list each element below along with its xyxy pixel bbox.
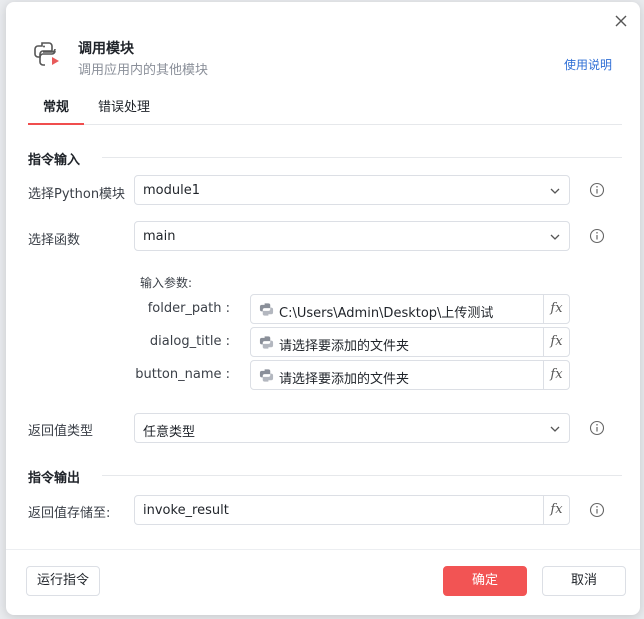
function-label: 选择函数	[28, 233, 81, 248]
info-icon[interactable]	[589, 182, 605, 198]
param-value-dialog-title: 请选择要添加的文件夹	[279, 339, 410, 354]
tab-general[interactable]: 常规	[28, 99, 84, 125]
fx-button[interactable]: fx	[543, 295, 569, 323]
param-label-folder-path: folder_path :	[147, 301, 230, 316]
return-type-value: 任意类型	[143, 425, 196, 440]
close-icon[interactable]	[612, 12, 630, 30]
chevron-down-icon	[550, 234, 560, 240]
cancel-button[interactable]: 取消	[542, 566, 626, 596]
tab-error-handling[interactable]: 错误处理	[98, 99, 150, 125]
param-input-dialog-title[interactable]: 请选择要添加的文件夹 fx	[250, 327, 570, 357]
dialog-title: 调用模块	[78, 41, 134, 57]
store-result-value: invoke_result	[143, 503, 229, 518]
return-type-select[interactable]: 任意类型	[134, 413, 570, 443]
fx-button[interactable]: fx	[543, 361, 569, 389]
fx-button[interactable]: fx	[543, 328, 569, 356]
python-module-value: module1	[143, 183, 200, 198]
param-value-folder-path: C:\Users\Admin\Desktop\上传测试	[279, 306, 494, 321]
python-module-icon	[34, 42, 59, 66]
tab-bar: 常规 错误处理	[28, 99, 622, 125]
section-title-input: 指令输入	[28, 153, 81, 168]
chevron-down-icon	[550, 188, 560, 194]
dialog-subtitle: 调用应用内的其他模块	[78, 63, 209, 78]
param-value-button-name: 请选择要添加的文件夹	[279, 372, 410, 387]
param-input-button-name[interactable]: 请选择要添加的文件夹 fx	[250, 360, 570, 390]
footer-divider	[6, 549, 640, 550]
param-label-dialog-title: dialog_title :	[149, 334, 230, 349]
input-params-title: 输入参数:	[140, 276, 193, 290]
param-label-button-name: button_name :	[135, 367, 230, 382]
info-icon[interactable]	[589, 228, 605, 244]
function-value: main	[143, 229, 176, 244]
section-title-output: 指令输出	[28, 471, 81, 486]
python-icon	[259, 336, 274, 349]
invoke-module-dialog: 调用模块 调用应用内的其他模块 使用说明 常规 错误处理 指令输入 选择Pyth…	[6, 2, 640, 615]
info-icon[interactable]	[589, 420, 605, 436]
python-module-select[interactable]: module1	[134, 175, 570, 205]
store-result-label: 返回值存储至:	[28, 506, 111, 521]
python-module-label: 选择Python模块	[28, 187, 126, 202]
return-type-label: 返回值类型	[28, 424, 94, 439]
store-result-input[interactable]: invoke_result fx	[134, 495, 570, 525]
fx-button[interactable]: fx	[543, 496, 569, 524]
help-link[interactable]: 使用说明	[564, 56, 612, 73]
python-icon	[259, 303, 274, 316]
chevron-down-icon	[550, 426, 560, 432]
python-icon	[259, 369, 274, 382]
info-icon[interactable]	[589, 502, 605, 518]
section-divider	[102, 475, 622, 476]
confirm-button[interactable]: 确定	[443, 566, 527, 596]
function-select[interactable]: main	[134, 221, 570, 251]
section-divider	[102, 157, 622, 158]
param-input-folder-path[interactable]: C:\Users\Admin\Desktop\上传测试 fx	[250, 294, 570, 324]
run-command-button[interactable]: 运行指令	[26, 566, 100, 596]
